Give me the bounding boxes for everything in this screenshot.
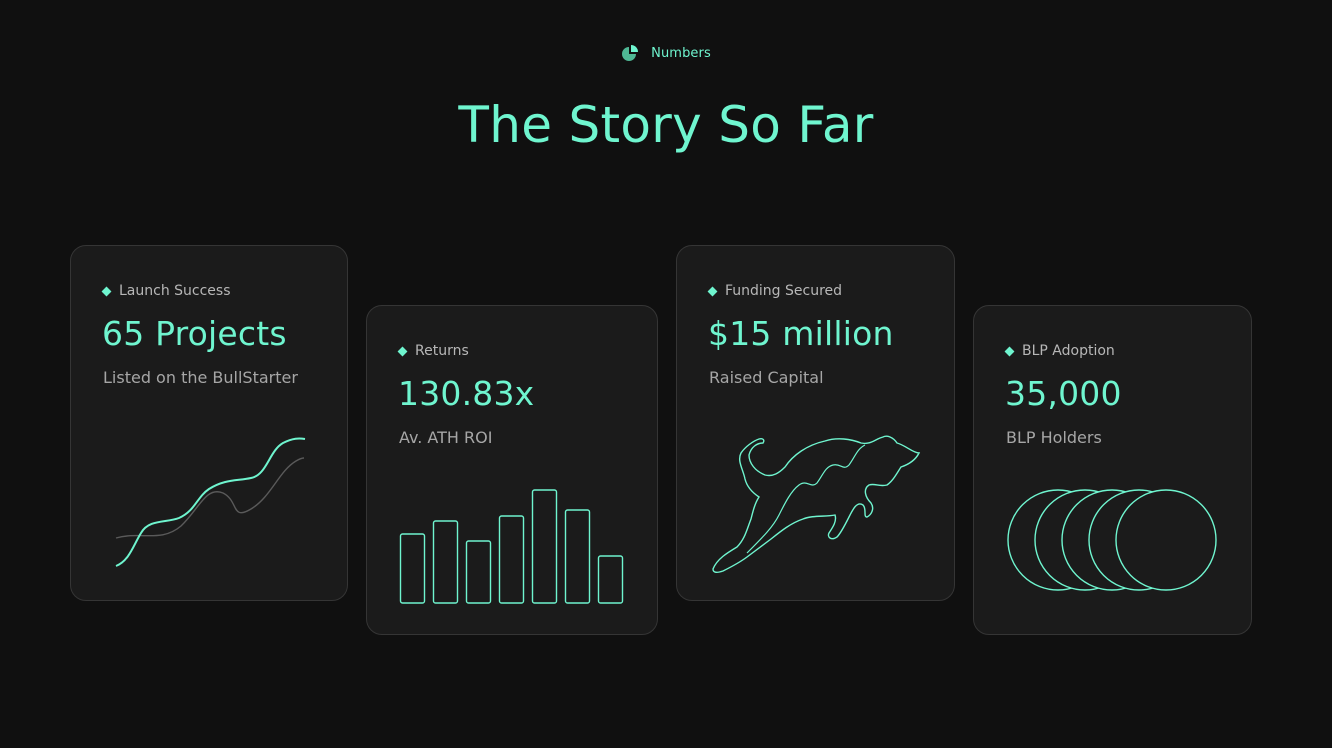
stat-card-blp-adoption: BLP Adoption 35,000 BLP Holders xyxy=(973,305,1252,635)
card-subtitle: Raised Capital xyxy=(709,368,824,387)
diamond-bullet-icon xyxy=(101,286,112,296)
bar-chart-icon xyxy=(399,489,624,604)
stat-card-returns: Returns 130.83x Av. ATH ROI xyxy=(366,305,658,635)
card-value: $15 million xyxy=(708,314,894,353)
section-eyebrow: Numbers xyxy=(0,44,1332,62)
section-title: The Story So Far xyxy=(458,96,874,154)
bull-icon xyxy=(712,435,921,574)
card-tag: Returns xyxy=(397,343,469,359)
card-tag: Launch Success xyxy=(101,283,231,299)
card-value: 35,000 xyxy=(1005,374,1122,413)
stat-card-funding-secured: Funding Secured $15 million Raised Capit… xyxy=(676,245,955,601)
stats-section: Numbers The Story So Far Launch Success … xyxy=(0,0,1332,748)
overlapping-circles-icon xyxy=(1007,489,1217,591)
pie-chart-icon xyxy=(622,45,639,61)
diamond-bullet-icon xyxy=(397,346,408,356)
card-value: 65 Projects xyxy=(102,314,287,353)
card-value: 130.83x xyxy=(398,374,535,413)
card-tag: BLP Adoption xyxy=(1004,343,1115,359)
stat-card-launch-success: Launch Success 65 Projects Listed on the… xyxy=(70,245,348,601)
card-tag-label: Returns xyxy=(415,343,469,359)
wave-line-icon xyxy=(115,437,306,567)
diamond-bullet-icon xyxy=(707,286,718,296)
card-subtitle: Listed on the BullStarter xyxy=(103,368,298,387)
card-tag-label: BLP Adoption xyxy=(1022,343,1115,359)
diamond-bullet-icon xyxy=(1004,346,1015,356)
card-tag-label: Funding Secured xyxy=(725,283,843,299)
card-tag-label: Launch Success xyxy=(119,283,231,299)
eyebrow-label: Numbers xyxy=(651,45,711,61)
card-subtitle: Av. ATH ROI xyxy=(399,428,493,447)
card-tag: Funding Secured xyxy=(707,283,843,299)
card-subtitle: BLP Holders xyxy=(1006,428,1102,447)
